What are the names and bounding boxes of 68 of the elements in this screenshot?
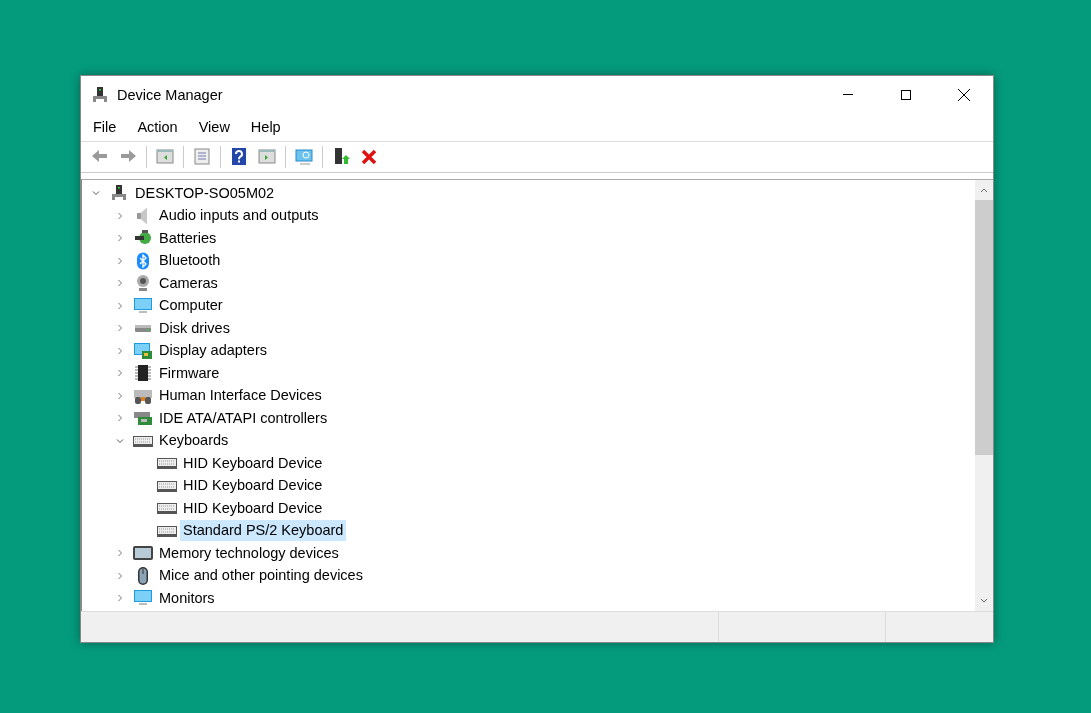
keyboard-icon <box>156 456 178 471</box>
bluetooth-icon <box>134 251 152 270</box>
delete-x-icon[interactable] <box>359 147 379 167</box>
expand-chevron-icon[interactable] <box>116 414 124 423</box>
expand-chevron-icon[interactable] <box>116 301 124 310</box>
window-title: Device Manager <box>117 86 224 103</box>
expand-chevron-icon[interactable] <box>116 256 124 265</box>
monitor-icon <box>133 296 153 315</box>
tree-item[interactable]: Memory technology devices <box>156 542 342 564</box>
menu-item[interactable]: File <box>85 116 124 138</box>
panel-icon[interactable] <box>155 147 175 167</box>
minimize-icon <box>843 94 853 95</box>
controller-card-icon <box>133 409 153 428</box>
menu-item[interactable]: Action <box>129 116 185 138</box>
expand-chevron-icon[interactable] <box>116 234 124 243</box>
disk-drive-icon <box>135 324 151 332</box>
tree-item[interactable]: Firmware <box>156 362 223 384</box>
help-icon[interactable] <box>229 147 249 167</box>
tree-item[interactable]: Mice and other pointing devices <box>156 565 366 587</box>
expand-chevron-icon[interactable] <box>116 211 124 220</box>
tree-item[interactable]: HID Keyboard Device <box>180 452 326 474</box>
keyboard-icon <box>156 501 178 516</box>
tree-item[interactable]: IDE ATA/ATAPI controllers <box>156 407 331 429</box>
tree-item[interactable]: Disk drives <box>156 317 233 339</box>
scrollbar[interactable] <box>975 180 993 611</box>
expand-chevron-icon[interactable] <box>116 594 124 603</box>
expand-chevron-icon[interactable] <box>116 549 124 558</box>
tree-item[interactable]: Batteries <box>156 227 220 249</box>
scroll-down-icon[interactable] <box>980 598 988 604</box>
webcam-icon <box>134 274 152 293</box>
computer-icon <box>110 184 128 203</box>
chip-icon <box>134 364 152 383</box>
properties-icon[interactable] <box>192 147 212 167</box>
tree-item[interactable]: Computer <box>156 295 226 317</box>
tree-item[interactable]: Display adapters <box>156 340 270 362</box>
scrollbar-thumb[interactable] <box>975 200 993 455</box>
keyboard-icon <box>156 523 178 538</box>
keyboard-icon <box>156 478 178 493</box>
expand-chevron-icon[interactable] <box>116 279 124 288</box>
expand-chevron-icon[interactable] <box>116 369 124 378</box>
tree-item[interactable]: DESKTOP-SO05M02 <box>132 182 278 204</box>
scan-monitor-icon[interactable] <box>294 147 314 167</box>
collapse-chevron-icon[interactable] <box>116 436 124 445</box>
menu-item[interactable]: Help <box>242 116 288 138</box>
menu-item[interactable]: View <box>190 116 237 138</box>
panel-icon[interactable] <box>257 147 277 167</box>
collapse-chevron-icon[interactable] <box>92 189 100 198</box>
maximize-icon <box>900 88 912 101</box>
tree-item[interactable]: Standard PS/2 Keyboard <box>180 520 347 542</box>
expand-chevron-icon[interactable] <box>116 346 124 355</box>
tree-item[interactable]: HID Keyboard Device <box>180 497 326 519</box>
tree-item[interactable]: Bluetooth <box>156 250 224 272</box>
expand-chevron-icon[interactable] <box>116 324 124 333</box>
monitor-icon <box>133 589 153 608</box>
tree-item[interactable]: Keyboards <box>156 430 232 452</box>
memory-card-icon <box>132 544 154 563</box>
tree-item[interactable]: Human Interface Devices <box>156 385 325 407</box>
tree-item[interactable]: Audio inputs and outputs <box>156 205 322 227</box>
keyboard-icon <box>132 433 154 448</box>
tree-item[interactable]: HID Keyboard Device <box>180 475 326 497</box>
tree-item[interactable]: Cameras <box>156 272 221 294</box>
tree-item[interactable]: Monitors <box>156 587 218 609</box>
app-icon <box>91 85 109 104</box>
scroll-up-icon[interactable] <box>980 187 988 193</box>
display-adapter-icon <box>133 341 153 360</box>
expand-chevron-icon[interactable] <box>116 391 124 400</box>
expand-chevron-icon[interactable] <box>116 571 124 580</box>
close-icon <box>957 87 971 102</box>
